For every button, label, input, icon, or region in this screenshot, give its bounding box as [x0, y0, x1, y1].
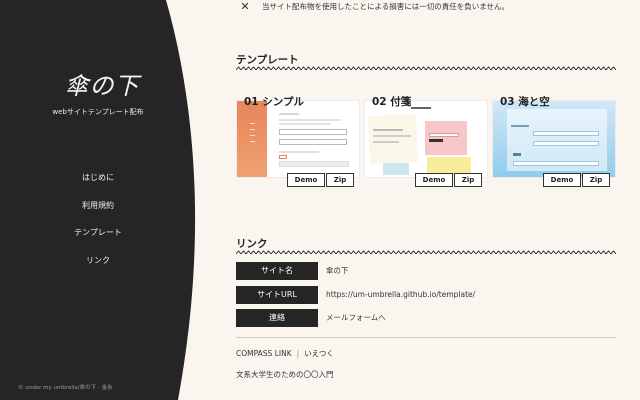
- info-label: サイト名: [236, 262, 318, 280]
- close-icon[interactable]: ✕: [240, 0, 250, 13]
- link-ietsuku[interactable]: いえつく: [304, 349, 334, 358]
- zip-button[interactable]: Zip: [582, 173, 610, 187]
- contact-link[interactable]: メールフォームへ: [326, 309, 386, 327]
- copyright: © under my umbrella/傘の下 - 金糸: [18, 385, 113, 391]
- link-compass[interactable]: COMPASS LINK: [236, 349, 292, 358]
- templates-heading: テンプレート: [236, 54, 299, 66]
- sidebar: 傘の下 webサイトテンプレート配布 はじめに 利用規約 テンプレート リンク …: [0, 0, 180, 400]
- template-thumbnail[interactable]: [492, 100, 616, 178]
- site-subtitle: webサイトテンプレート配布: [52, 108, 144, 116]
- heading-divider: [236, 66, 616, 71]
- sidebar-item-intro[interactable]: はじめに: [30, 168, 166, 196]
- info-row-site-name: サイト名 傘の下: [236, 262, 616, 280]
- sidebar-nav: はじめに 利用規約 テンプレート リンク: [30, 168, 166, 278]
- link-intro-guide[interactable]: 文系大学生のための〇〇入門: [236, 370, 334, 379]
- info-row-contact: 連絡 メールフォームへ: [236, 309, 616, 327]
- template-title: 03 海と空: [500, 96, 550, 108]
- demo-button[interactable]: Demo: [543, 173, 581, 187]
- links-heading: リンク: [236, 238, 268, 250]
- sidebar-item-links[interactable]: リンク: [30, 251, 166, 279]
- separator: |: [296, 349, 300, 358]
- template-card-sea-sky: 03 海と空 Demo Zip: [492, 96, 616, 187]
- template-card-simple: 01 シンプル Demo Zip: [236, 96, 360, 187]
- info-value: 傘の下: [326, 266, 349, 275]
- info-value[interactable]: https://um-umbrella.github.io/template/: [326, 286, 475, 304]
- heading-divider: [236, 250, 616, 255]
- disclaimer-notice: ✕ 当サイト配布物を使用したことによる損害には一切の責任を負いません。: [240, 0, 640, 13]
- link-list-2: 文系大学生のための〇〇入門: [236, 369, 334, 380]
- sidebar-item-templates[interactable]: テンプレート: [30, 223, 166, 251]
- info-label: サイトURL: [236, 286, 318, 304]
- demo-button[interactable]: Demo: [415, 173, 453, 187]
- info-label: 連絡: [236, 309, 318, 327]
- divider: [236, 337, 616, 338]
- zip-button[interactable]: Zip: [454, 173, 482, 187]
- site-logo[interactable]: 傘の下: [60, 66, 144, 100]
- link-list: COMPASS LINK | いえつく: [236, 348, 334, 359]
- notice-text: 当サイト配布物を使用したことによる損害には一切の責任を負いません。: [262, 1, 510, 11]
- template-thumbnail[interactable]: [364, 100, 488, 178]
- demo-button[interactable]: Demo: [287, 173, 325, 187]
- template-thumbnail[interactable]: [236, 100, 360, 178]
- info-row-site-url: サイトURL https://um-umbrella.github.io/tem…: [236, 286, 616, 304]
- template-title: 02 付箋: [372, 96, 412, 108]
- template-card-sticky: 02 付箋 Demo Zip: [364, 96, 488, 187]
- zip-button[interactable]: Zip: [326, 173, 354, 187]
- template-title: 01 シンプル: [244, 96, 304, 108]
- sidebar-item-terms[interactable]: 利用規約: [30, 196, 166, 224]
